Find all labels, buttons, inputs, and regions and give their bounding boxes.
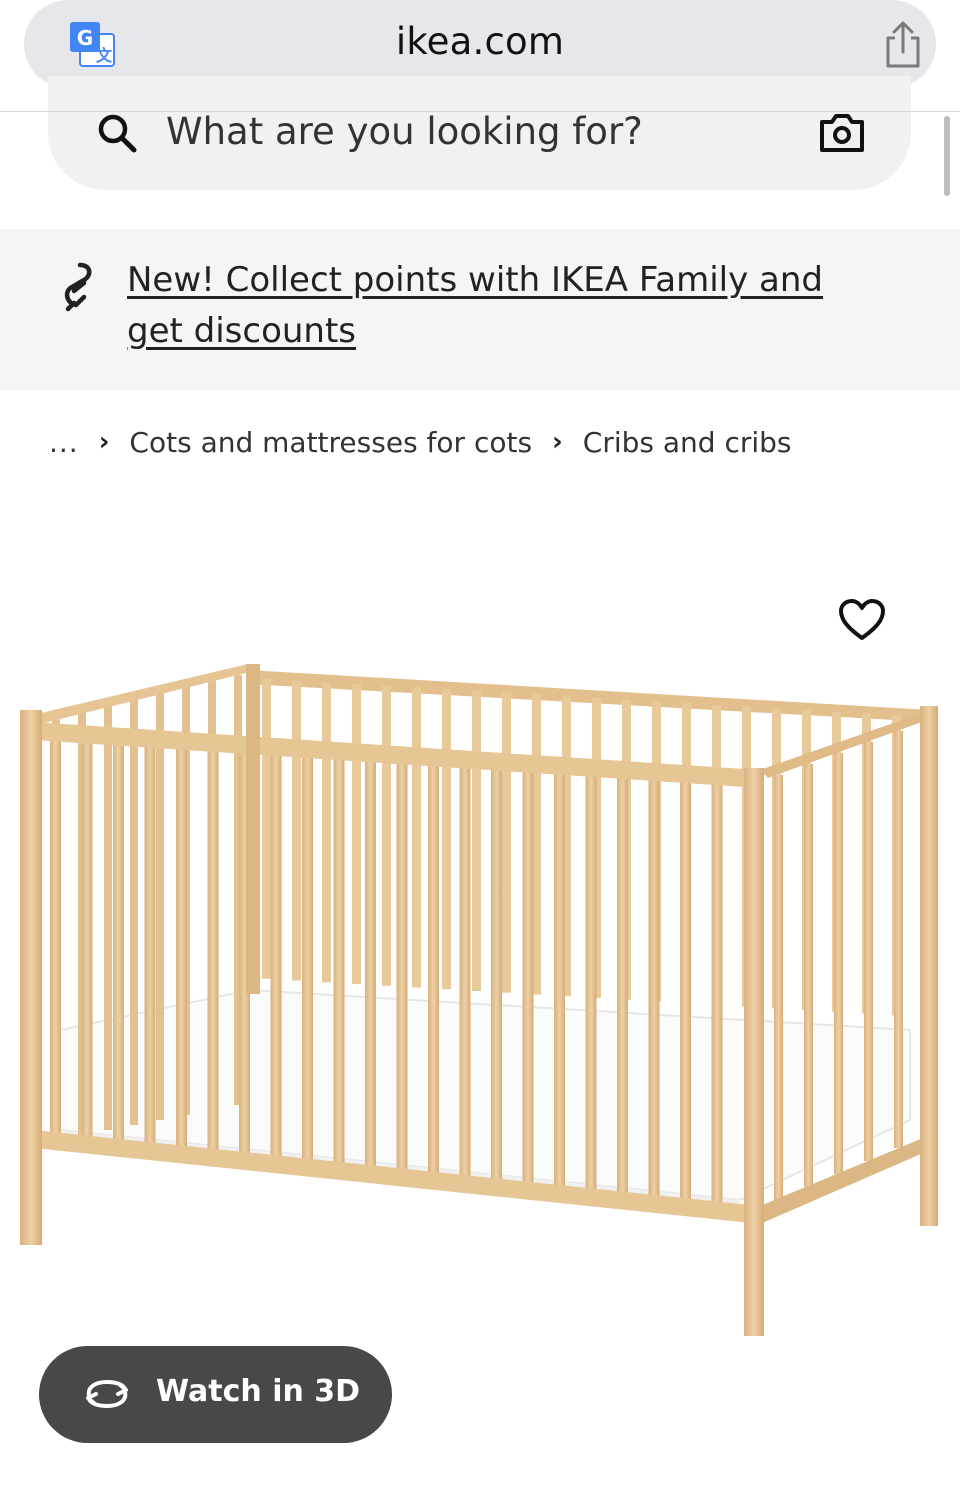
- crib-front-slat: [617, 773, 628, 1202]
- crib-side-slat: [774, 775, 783, 1200]
- crib-back-slat: [502, 692, 511, 993]
- browser-address-bar[interactable]: G 文 ikea.com: [24, 0, 936, 88]
- crib-back-slat: [412, 687, 421, 988]
- crib-back-slat: [322, 682, 331, 983]
- crib-end-slat: [130, 695, 138, 1125]
- crib-front-slat: [176, 744, 187, 1155]
- breadcrumb-ellipsis[interactable]: ...: [49, 426, 79, 459]
- crib-back-slat: [382, 685, 391, 986]
- crib-front-slat: [711, 779, 723, 1212]
- crib-front-slat: [554, 769, 565, 1195]
- ikea-family-link[interactable]: New! Collect points with IKEA Family and…: [127, 255, 887, 357]
- crib-front-slat: [680, 777, 691, 1208]
- crib-side-slat: [804, 764, 813, 1187]
- crib-front-slat: [585, 771, 597, 1198]
- crib-front-slat: [113, 740, 124, 1149]
- crib-back-slat: [262, 678, 271, 979]
- crib-end-slat: [156, 690, 164, 1120]
- rotate-3d-icon: [86, 1379, 128, 1409]
- crib-front-slat: [333, 754, 345, 1172]
- watch-in-3d-button[interactable]: Watch in 3D: [39, 1346, 392, 1443]
- crib-front-slat: [396, 758, 408, 1179]
- search-input[interactable]: What are you looking for?: [48, 76, 911, 190]
- crib-side-slat: [864, 742, 873, 1161]
- breadcrumb-item-cots[interactable]: Cots and mattresses for cots: [129, 426, 532, 459]
- crib-front-slat: [648, 775, 660, 1205]
- crib-back-slat: [292, 680, 301, 981]
- crib-front-slat: [428, 761, 439, 1182]
- crib-front-slat: [207, 746, 219, 1159]
- crib-front-slat: [365, 756, 376, 1175]
- crib-back-slat: [352, 684, 361, 985]
- crib-front-slat: [302, 752, 313, 1169]
- chevron-right-icon: ›: [98, 427, 110, 457]
- watch-in-3d-label: Watch in 3D: [156, 1374, 361, 1409]
- search-placeholder: What are you looking for?: [166, 110, 643, 153]
- url-domain[interactable]: ikea.com: [24, 20, 936, 63]
- crib-front-slat: [144, 742, 156, 1152]
- ikea-family-banner[interactable]: New! Collect points with IKEA Family and…: [0, 229, 960, 390]
- crib-front-slat: [522, 767, 534, 1192]
- breadcrumb-item-cribs[interactable]: Cribs and cribs: [583, 426, 792, 459]
- crib-front-slat: [459, 763, 471, 1185]
- magnifier-icon: [98, 114, 137, 153]
- crib-back-slat: [472, 690, 481, 991]
- breadcrumb: ... › Cots and mattresses for cots › Cri…: [49, 420, 792, 464]
- crib-front-slat: [50, 736, 61, 1142]
- share-icon[interactable]: [880, 20, 926, 70]
- camera-icon[interactable]: [818, 112, 866, 154]
- product-image-crib[interactable]: [0, 560, 960, 1360]
- crib-front-slat: [81, 738, 93, 1145]
- crib-side-slat: [834, 753, 843, 1174]
- ikea-family-icon: [64, 262, 92, 312]
- toolbar-divider: [0, 111, 960, 112]
- scrollbar[interactable]: [944, 116, 950, 196]
- crib-back-slat: [442, 689, 451, 990]
- chevron-right-icon: ›: [552, 427, 563, 457]
- crib-end-slat: [104, 700, 112, 1130]
- crib-front-slat: [491, 765, 502, 1188]
- crib-side-slat: [894, 731, 903, 1148]
- crib-front-slat: [270, 750, 282, 1165]
